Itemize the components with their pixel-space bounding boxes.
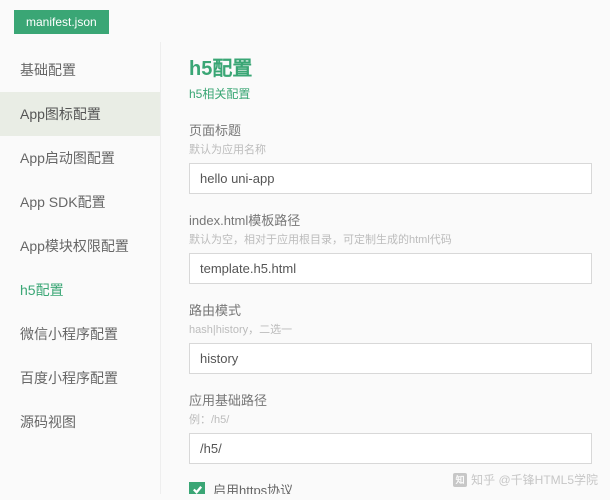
sidebar-item-app-sdk[interactable]: App SDK配置 bbox=[0, 180, 160, 224]
check-icon bbox=[192, 484, 203, 494]
panel-subtitle: h5相关配置 bbox=[189, 85, 592, 102]
file-tab[interactable]: manifest.json bbox=[14, 10, 109, 34]
field-hint: 例：/h5/ bbox=[189, 411, 592, 427]
sidebar-item-basic[interactable]: 基础配置 bbox=[0, 48, 160, 92]
field-label: 页面标题 bbox=[189, 120, 592, 139]
sidebar-item-h5[interactable]: h5配置 bbox=[0, 268, 160, 312]
sidebar: 基础配置 App图标配置 App启动图配置 App SDK配置 App模块权限配… bbox=[0, 42, 160, 494]
main-panel: h5配置 h5相关配置 页面标题 默认为应用名称 index.html模板路径 … bbox=[160, 42, 610, 494]
base-path-input[interactable] bbox=[189, 433, 592, 464]
https-label: 启用https协议 bbox=[213, 480, 293, 494]
field-router-mode: 路由模式 hash|history，二选一 bbox=[189, 300, 592, 374]
sidebar-item-wechat[interactable]: 微信小程序配置 bbox=[0, 312, 160, 356]
page-title-input[interactable] bbox=[189, 163, 592, 194]
zhihu-icon: 知 bbox=[453, 473, 467, 487]
field-template: index.html模板路径 默认为空，相对于应用根目录，可定制生成的html代… bbox=[189, 210, 592, 284]
template-input[interactable] bbox=[189, 253, 592, 284]
field-hint: hash|history，二选一 bbox=[189, 321, 592, 337]
sidebar-item-app-launch[interactable]: App启动图配置 bbox=[0, 136, 160, 180]
field-hint: 默认为空，相对于应用根目录，可定制生成的html代码 bbox=[189, 231, 592, 247]
watermark: 知 知乎 @千锋HTML5学院 bbox=[453, 471, 598, 488]
sidebar-item-app-module[interactable]: App模块权限配置 bbox=[0, 224, 160, 268]
field-page-title: 页面标题 默认为应用名称 bbox=[189, 120, 592, 194]
watermark-text: 知乎 @千锋HTML5学院 bbox=[471, 471, 598, 488]
sidebar-item-baidu[interactable]: 百度小程序配置 bbox=[0, 356, 160, 400]
field-label: 应用基础路径 bbox=[189, 390, 592, 409]
sidebar-item-source[interactable]: 源码视图 bbox=[0, 400, 160, 444]
field-base-path: 应用基础路径 例：/h5/ bbox=[189, 390, 592, 464]
router-mode-input[interactable] bbox=[189, 343, 592, 374]
https-checkbox[interactable] bbox=[189, 482, 205, 495]
sidebar-item-app-icon[interactable]: App图标配置 bbox=[0, 92, 160, 136]
field-label: 路由模式 bbox=[189, 300, 592, 319]
layout: 基础配置 App图标配置 App启动图配置 App SDK配置 App模块权限配… bbox=[0, 34, 610, 494]
field-label: index.html模板路径 bbox=[189, 210, 592, 229]
panel-title: h5配置 bbox=[189, 52, 592, 81]
field-hint: 默认为应用名称 bbox=[189, 141, 592, 157]
